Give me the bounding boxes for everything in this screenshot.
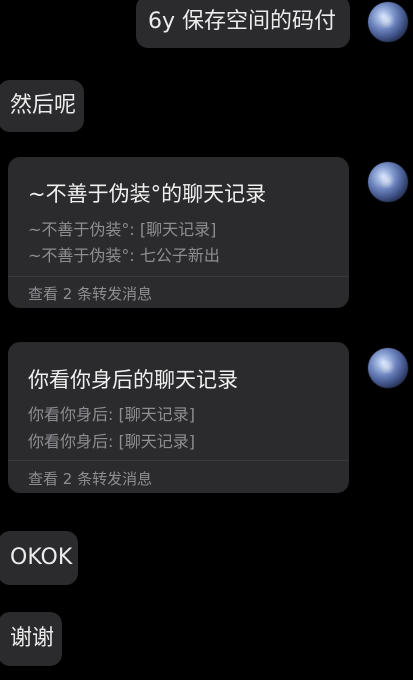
message-bubble-outgoing[interactable]: 6y 保存空间的码付 [136, 0, 350, 48]
forwarded-chat-card[interactable]: 你看你身后的聊天记录 你看你身后: [聊天记录] 你看你身后: [聊天记录] 查… [8, 342, 349, 493]
user-avatar[interactable] [368, 162, 408, 202]
card-preview-line: ~不善于伪装°: [聊天记录] [28, 220, 217, 239]
message-bubble-incoming[interactable]: OKOK [0, 531, 78, 585]
card-preview-line: 你看你身后: [聊天记录] [28, 405, 195, 424]
card-title: ~不善于伪装°的聊天记录 [28, 182, 267, 206]
chat-thread: 6y 保存空间的码付 然后呢 ~不善于伪装°的聊天记录 ~不善于伪装°: [聊天… [0, 0, 413, 680]
forwarded-chat-card[interactable]: ~不善于伪装°的聊天记录 ~不善于伪装°: [聊天记录] ~不善于伪装°: 七公… [8, 157, 349, 308]
user-avatar[interactable] [368, 2, 408, 42]
view-forwarded-link[interactable]: 查看 2 条转发消息 [28, 283, 152, 304]
view-forwarded-link[interactable]: 查看 2 条转发消息 [28, 468, 152, 489]
card-preview-line: ~不善于伪装°: 七公子新出 [28, 246, 220, 265]
message-text: OKOK [10, 545, 73, 570]
card-preview-line: 你看你身后: [聊天记录] [28, 432, 195, 451]
card-divider [8, 460, 349, 461]
message-bubble-incoming[interactable]: 然后呢 [0, 80, 84, 132]
card-divider [8, 276, 349, 277]
user-avatar[interactable] [368, 348, 408, 388]
message-bubble-incoming[interactable]: 谢谢 [0, 612, 62, 666]
message-text: 6y 保存空间的码付 [148, 9, 337, 34]
message-text: 谢谢 [10, 626, 55, 651]
message-text: 然后呢 [10, 93, 77, 118]
card-title: 你看你身后的聊天记录 [28, 368, 238, 392]
